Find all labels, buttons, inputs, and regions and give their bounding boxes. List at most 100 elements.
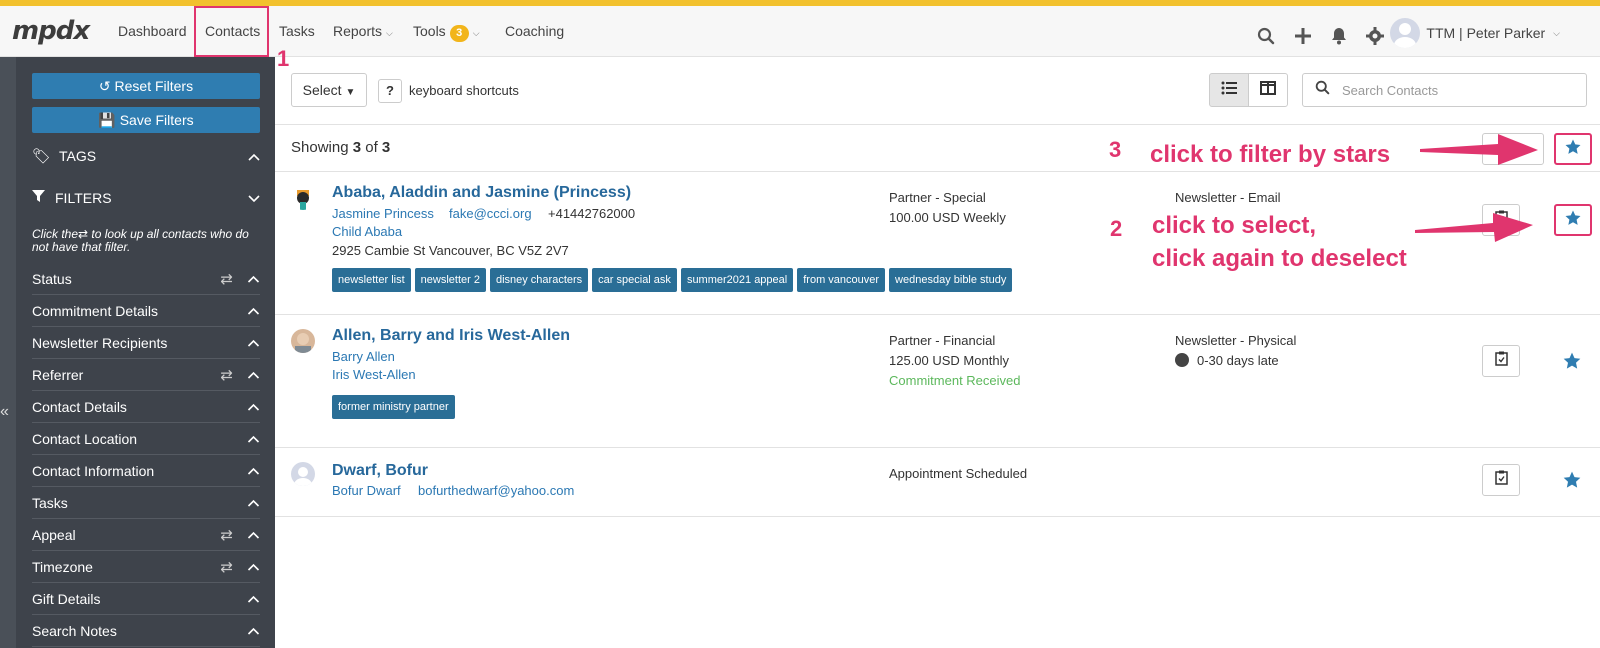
contact-tag[interactable]: from vancouver [797, 268, 886, 292]
filter-group-label: Timezone [32, 558, 93, 575]
annotation-arrow-2 [1415, 213, 1533, 242]
filter-group-label: Commitment Details [32, 302, 159, 319]
swap-icon[interactable]: ⇄ [220, 558, 233, 576]
filter-group-controls [247, 623, 260, 638]
filter-group-status[interactable]: Status ⇄ [32, 263, 260, 295]
app-logo[interactable]: mpdx [12, 16, 90, 46]
star-icon[interactable] [1562, 351, 1582, 376]
contact-avatar [291, 186, 315, 210]
contact-address: 2925 Cambie St Vancouver, BC V5Z 2V7 [332, 243, 569, 258]
filters-help-text: Click the⇄ to look up all contacts who d… [32, 228, 258, 254]
clipboard-icon [1494, 351, 1508, 371]
late-status: 0-30 days late [1175, 353, 1279, 368]
filter-group-referrer[interactable]: Referrer ⇄ [32, 359, 260, 391]
filter-group-commitment-details[interactable]: Commitment Details [32, 295, 260, 327]
contact-primary-person[interactable]: Barry Allen [332, 349, 395, 364]
contact-row[interactable]: Dwarf, Bofur Bofur Dwarf bofurthedwarf@y… [275, 448, 1600, 517]
filters-label: FILTERS [55, 190, 112, 206]
contact-name[interactable]: Allen, Barry and Iris West-Allen [332, 327, 570, 345]
filter-group-search-notes[interactable]: Search Notes [32, 615, 260, 647]
select-dropdown-button[interactable]: Select ▼ [291, 73, 367, 107]
bell-icon[interactable] [1329, 26, 1349, 46]
contact-tag[interactable]: newsletter 2 [414, 268, 486, 292]
contact-tag[interactable]: former ministry partner [332, 395, 455, 419]
chevron-up-icon [247, 559, 260, 574]
contact-avatar [291, 329, 315, 353]
filters-section-header[interactable]: FILTERS [32, 184, 260, 212]
contact-tag[interactable]: wednesday bible study [889, 268, 1013, 292]
filter-group-newsletter-recipients[interactable]: Newsletter Recipients [32, 327, 260, 359]
save-filters-button[interactable]: 💾 Save Filters [32, 107, 260, 133]
filter-group-contact-information[interactable]: Contact Information [32, 455, 260, 487]
star-icon [1564, 209, 1582, 232]
keyboard-shortcuts-label[interactable]: keyboard shortcuts [409, 83, 519, 98]
contact-primary-person[interactable]: Bofur Dwarf [332, 483, 401, 498]
keyboard-shortcuts-button[interactable]: ? [378, 79, 402, 103]
filter-group-label: Newsletter Recipients [32, 334, 168, 351]
late-status-label: 0-30 days late [1197, 353, 1279, 368]
tags-section-header[interactable]: 🏷 TAGS [32, 142, 260, 170]
contact-email[interactable]: bofurthedwarf@yahoo.com [418, 483, 574, 498]
contact-name[interactable]: Ababa, Aladdin and Jasmine (Princess) [332, 184, 631, 202]
contact-status: Partner - Financial [889, 333, 996, 348]
contact-tag[interactable]: disney characters [489, 268, 589, 292]
chevron-up-icon [247, 495, 260, 510]
contact-secondary-person[interactable]: Iris West-Allen [332, 367, 416, 382]
filter-group-controls [247, 495, 260, 510]
help-text-before: Click the [32, 227, 79, 241]
nav-dashboard[interactable]: Dashboard [118, 23, 187, 39]
search-icon[interactable] [1256, 26, 1276, 46]
filter-starred-button[interactable] [1554, 133, 1592, 165]
filter-group-controls [247, 399, 260, 414]
filter-group-contact-details[interactable]: Contact Details [32, 391, 260, 423]
annotation-arrow-3 [1420, 134, 1538, 165]
list-view-button[interactable] [1209, 73, 1249, 107]
chevron-up-icon [247, 591, 260, 606]
contact-tag[interactable]: newsletter list [332, 268, 411, 292]
double-chevron-left-icon[interactable]: « [0, 403, 9, 421]
filter-group-controls [247, 335, 260, 350]
nav-coaching[interactable]: Coaching [505, 23, 564, 39]
task-button[interactable] [1482, 345, 1520, 377]
swap-icon[interactable]: ⇄ [220, 526, 233, 544]
filter-group-tasks[interactable]: Tasks [32, 487, 260, 519]
contact-email[interactable]: fake@ccci.org [449, 206, 532, 221]
main-content: Select ▼ ? keyboard shortcuts Showing 3 … [275, 57, 1600, 648]
search-contacts-input[interactable] [1342, 82, 1572, 98]
gear-icon[interactable] [1365, 26, 1385, 46]
chevron-up-icon [247, 271, 260, 286]
column-view-button[interactable] [1248, 73, 1288, 107]
contact-tag[interactable]: car special ask [592, 268, 677, 292]
filter-group-gift-details[interactable]: Gift Details [32, 583, 260, 615]
contact-name[interactable]: Dwarf, Bofur [332, 462, 428, 480]
task-button[interactable] [1482, 464, 1520, 496]
undo-icon: ↺ [98, 78, 111, 94]
plus-icon[interactable] [1293, 26, 1313, 46]
chevron-down-icon [248, 190, 260, 206]
collapse-rail[interactable]: « [0, 57, 16, 648]
filter-group-controls [247, 591, 260, 606]
filter-group-controls: ⇄ [220, 270, 260, 288]
swap-icon[interactable]: ⇄ [220, 270, 233, 288]
nav-reports[interactable]: Reports ⌵ [333, 23, 393, 39]
nav-tasks[interactable]: Tasks [279, 23, 315, 39]
contact-primary-person[interactable]: Jasmine Princess [332, 206, 434, 221]
filter-group-label: Status [32, 270, 72, 287]
filter-group-timezone[interactable]: Timezone ⇄ [32, 551, 260, 583]
swap-icon: ⇄ [78, 227, 89, 241]
filter-group-label: Referrer [32, 366, 84, 383]
nav-tools[interactable]: Tools 3 ⌵ [413, 23, 480, 42]
contact-secondary-person[interactable]: Child Ababa [332, 224, 402, 239]
swap-icon[interactable]: ⇄ [220, 366, 233, 384]
star-contact-button[interactable] [1554, 204, 1592, 236]
list-header: Showing 3 of 3 [275, 125, 1600, 172]
reset-filters-button[interactable]: ↺ Reset Filters [32, 73, 260, 99]
filter-group-contact-location[interactable]: Contact Location [32, 423, 260, 455]
user-menu[interactable]: TTM | Peter Parker ⌵ [1390, 18, 1560, 48]
star-icon[interactable] [1562, 470, 1582, 495]
contact-row[interactable]: Allen, Barry and Iris West-Allen Barry A… [275, 315, 1600, 448]
filter-group-appeal[interactable]: Appeal ⇄ [32, 519, 260, 551]
save-icon: 💾 [98, 112, 116, 128]
search-contacts-box[interactable] [1302, 73, 1587, 107]
contact-tag[interactable]: summer2021 appeal [680, 268, 794, 292]
